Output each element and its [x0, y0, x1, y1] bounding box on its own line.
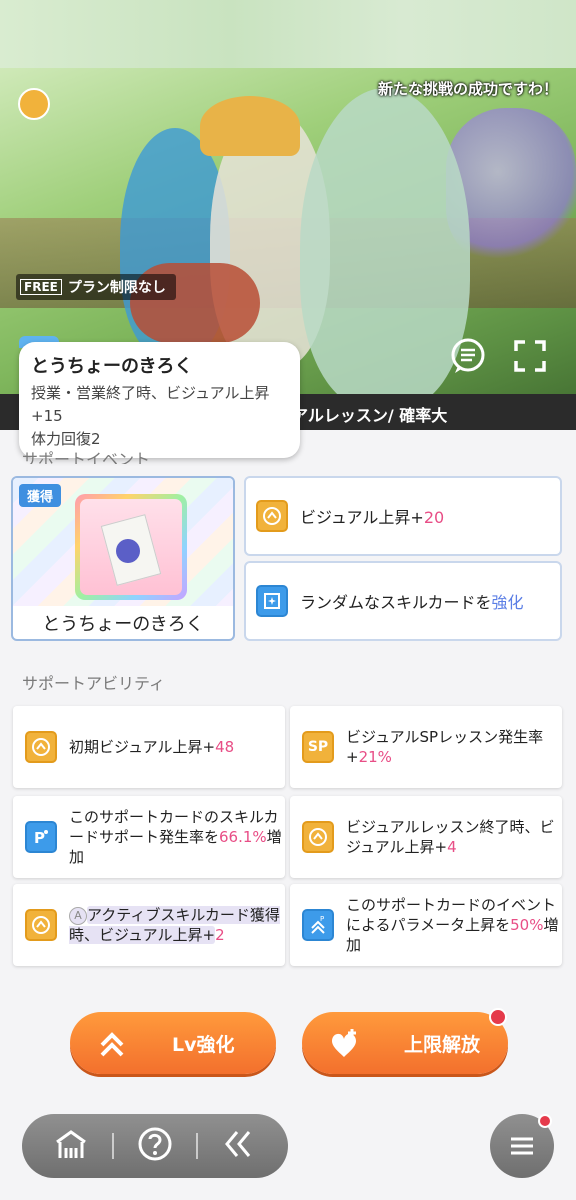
back-icon[interactable]: [219, 1124, 259, 1168]
menu-notification-dot: [538, 1114, 552, 1128]
fullscreen-icon[interactable]: [512, 338, 548, 374]
visual-up-icon: [25, 909, 57, 941]
item-art: [80, 499, 182, 595]
limit-break-label: 上限解放: [404, 1033, 481, 1056]
ability-card-1[interactable]: 初期ビジュアル上昇+48: [13, 706, 285, 788]
flower-icon: [116, 539, 140, 563]
tooltip-title: とうちょーのきろく: [31, 356, 193, 377]
item-art-frame: [75, 494, 187, 600]
character-right-art: [300, 88, 470, 408]
support-event-heading: サポートイベント: [22, 450, 151, 464]
lesson-info-text: アルレッスン/ 確率大: [292, 406, 448, 425]
hamburger-menu-icon: [511, 1137, 533, 1155]
ability-1-text: 初期ビジュアル上昇+48: [69, 738, 235, 756]
free-plan-text: プラン制限なし: [67, 280, 166, 296]
chat-bubble-icon[interactable]: [448, 336, 488, 376]
free-badge: FREE: [20, 279, 62, 295]
nav-divider: [111, 1133, 114, 1159]
ability-3-text: このサポートカードのスキルカードサポート発生率を66.1%増加: [69, 808, 282, 866]
event-effect-skill-enhance[interactable]: ランダムなスキルカードを強化: [244, 561, 562, 641]
visual-type-icon: [18, 88, 50, 120]
event-effect-visual-up[interactable]: ビジュアル上昇+20: [244, 476, 562, 556]
skill-card-enhance-icon: [256, 585, 288, 617]
parameter-up-icon: P: [302, 909, 334, 941]
event-effect-1-text: ビジュアル上昇+20: [300, 508, 445, 527]
ability-card-5[interactable]: A アクティブスキルカード獲得時、ビジュアル上昇+2: [13, 884, 285, 966]
bottom-nav: [22, 1114, 288, 1178]
svg-text:P: P: [320, 915, 324, 923]
support-event-item-card[interactable]: 獲得 とうちょーのきろく: [11, 476, 235, 641]
tooltip-line-2: +15: [31, 407, 63, 425]
ability-card-2[interactable]: SP ビジュアルSPレッスン発生率+21%: [290, 706, 562, 788]
free-plan-tag: FREE プラン制限なし: [16, 274, 176, 300]
ability-5-text: A アクティブスキルカード獲得時、ビジュアル上昇+2: [69, 906, 280, 944]
item-name: とうちょーのきろく: [42, 614, 204, 635]
ability-card-4[interactable]: ビジュアルレッスン終了時、ビジュアル上昇+4: [290, 796, 562, 878]
ability-2-text: ビジュアルSPレッスン発生率+21%: [346, 728, 544, 766]
help-icon[interactable]: [135, 1124, 175, 1168]
support-ability-heading: サポートアビリティ: [22, 674, 166, 693]
level-up-label: Lv強化: [172, 1033, 235, 1056]
visual-up-icon: [302, 821, 334, 853]
sp-lesson-icon: SP: [302, 731, 334, 763]
ability-card-6[interactable]: P このサポートカードのイベントによるパラメータ上昇を50%増加: [290, 884, 562, 966]
visual-up-icon: [25, 731, 57, 763]
hat-art: [200, 96, 300, 156]
ability-6-text: このサポートカードのイベントによるパラメータ上昇を50%増加: [346, 896, 559, 954]
banner-quote: 新たな挑戦の成功ですわ！: [377, 80, 558, 98]
home-icon[interactable]: [51, 1124, 91, 1168]
top-blurred-header: [0, 0, 576, 68]
nav-divider: [196, 1133, 199, 1159]
skill-card-support-icon: P: [25, 821, 57, 853]
ability-4-text: ビジュアルレッスン終了時、ビジュアル上昇+4: [346, 818, 555, 856]
limit-break-icon: [332, 1029, 356, 1057]
limit-break-notification-dot: [489, 1008, 507, 1026]
get-badge: 獲得: [19, 484, 62, 507]
tooltip-line-1: 授業・営業終了時、ビジュアル上昇: [31, 384, 270, 402]
svg-text:P: P: [34, 829, 45, 847]
limit-break-button[interactable]: 上限解放: [302, 1012, 508, 1074]
active-a-icon: A: [69, 906, 87, 925]
visual-up-icon: [256, 500, 288, 532]
event-effect-2-text: ランダムなスキルカードを強化: [300, 593, 524, 612]
double-chevron-up-icon: [100, 1032, 124, 1057]
level-up-button[interactable]: Lv強化: [70, 1012, 276, 1074]
ability-card-3[interactable]: P このサポートカードのスキルカードサポート発生率を66.1%増加: [13, 796, 285, 878]
item-tooltip: とうちょーのきろく 授業・営業終了時、ビジュアル上昇 +15 体力回復2: [19, 342, 300, 458]
